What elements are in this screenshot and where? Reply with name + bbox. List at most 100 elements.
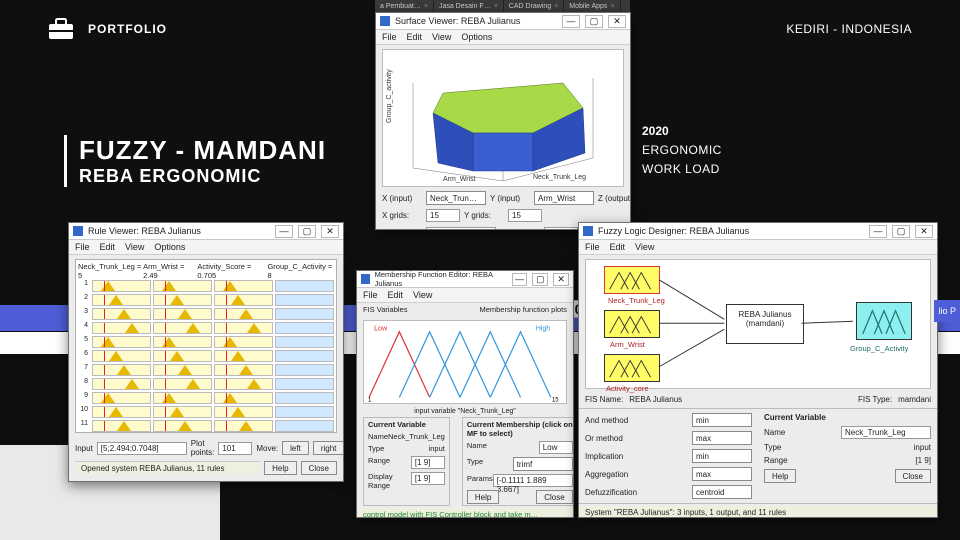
row-number: 10 (78, 406, 88, 420)
menu-view[interactable]: View (413, 290, 432, 300)
refinput-field[interactable]: [NaN NaN 0.5] (426, 227, 496, 231)
plotpoints-label: Plot points: (500, 229, 540, 231)
app-icon (583, 226, 593, 236)
tab-item[interactable]: Mobile Apps× (564, 0, 620, 12)
meta-tag2: WORK LOAD (642, 160, 722, 179)
title-sub: REBA ERGONOMIC (79, 166, 326, 187)
close-button[interactable]: ✕ (608, 15, 626, 28)
plotpoints-field[interactable]: 101 (218, 442, 252, 455)
menu-options[interactable]: Options (154, 242, 185, 252)
menu-edit[interactable]: Edit (610, 242, 626, 252)
input-field[interactable]: [5;2.494;0.7048] (97, 442, 187, 455)
rule-cell (214, 392, 273, 404)
tab-item[interactable]: CAD Drawing× (504, 0, 565, 12)
tab-item[interactable]: a Pembuat…× (375, 0, 434, 12)
tab-item[interactable]: Jasa Desain F…× (434, 0, 504, 12)
menu-file[interactable]: File (363, 290, 378, 300)
tab-close-icon[interactable]: × (554, 3, 558, 10)
minimize-button[interactable]: — (562, 15, 580, 28)
curname-field[interactable]: Neck_Trunk_Leg (841, 426, 931, 439)
close-button[interactable]: ✕ (915, 225, 933, 238)
menu-view[interactable]: View (432, 32, 451, 42)
range-field[interactable]: [1 9] (411, 456, 445, 469)
curtype-label: Type (764, 443, 781, 452)
menu-edit[interactable]: Edit (388, 290, 404, 300)
disprange-field[interactable]: [1 9] (411, 472, 445, 485)
minimize-button[interactable]: — (275, 225, 293, 238)
maximize-button[interactable]: ▢ (585, 15, 603, 28)
tab-label: Mobile Apps (569, 3, 607, 10)
rule-cell (275, 294, 334, 306)
mftype-select[interactable]: trimf (513, 457, 573, 471)
mfparams-field[interactable]: [-0.1111 1.889 3.667] (493, 474, 573, 487)
surface-plot[interactable]: Group_C_activity Arm_Wrist Neck_Trunk_Le… (382, 49, 624, 187)
row-number: 6 (78, 350, 88, 364)
app-icon (73, 226, 83, 236)
fisname-value: REBA Julianus (629, 395, 719, 404)
ygrids-field[interactable]: 15 (508, 209, 542, 222)
svg-text:15: 15 (552, 397, 559, 403)
close-button2[interactable]: Close (895, 469, 931, 483)
mfname-field[interactable]: Low (539, 441, 573, 454)
menu-view[interactable]: View (635, 242, 654, 252)
close-button[interactable]: ✕ (553, 273, 569, 286)
imp-select[interactable]: min (692, 449, 752, 463)
help-button[interactable]: Help (764, 469, 796, 483)
menu-edit[interactable]: Edit (100, 242, 116, 252)
mf-plot[interactable]: Low High 115 (363, 320, 567, 404)
rule-cell (275, 322, 334, 334)
titlebar[interactable]: Rule Viewer: REBA Julianus — ▢ ✕ (69, 223, 343, 240)
yinput-select[interactable]: Arm_Wrist (534, 191, 594, 205)
plotpoints-label: Plot points: (191, 439, 215, 457)
meta-tag1: ERGONOMIC (642, 141, 722, 160)
rule-cell (214, 420, 273, 432)
help-button[interactable]: Help (264, 461, 296, 475)
rule-cell (275, 280, 334, 292)
close-button[interactable]: ✕ (321, 225, 339, 238)
menu-file[interactable]: File (75, 242, 90, 252)
or-select[interactable]: max (692, 431, 752, 445)
rule-grid[interactable]: Neck_Trunk_Leg = 5 Arm_Wrist = 2.49 Acti… (75, 259, 337, 433)
minimize-button[interactable]: — (512, 273, 528, 286)
plotpoints-field[interactable]: 101 (544, 227, 578, 231)
menu-file[interactable]: File (382, 32, 397, 42)
designer-canvas[interactable]: Neck_Trunk_Leg Arm_Wrist Activity_core R… (585, 259, 931, 389)
titlebar[interactable]: Fuzzy Logic Designer: REBA Julianus — ▢ … (579, 223, 937, 240)
minimize-button[interactable]: — (869, 225, 887, 238)
window-title: Surface Viewer: REBA Julianus (395, 16, 520, 26)
menu-options[interactable]: Options (461, 32, 492, 42)
menu-file[interactable]: File (585, 242, 600, 252)
rule-cell (275, 336, 334, 348)
maximize-button[interactable]: ▢ (892, 225, 910, 238)
rule-cell (92, 336, 151, 348)
menu-edit[interactable]: Edit (407, 32, 423, 42)
k: Type (467, 457, 483, 471)
and-label: And method (585, 416, 628, 425)
menu-view[interactable]: View (125, 242, 144, 252)
tab-close-icon[interactable]: × (424, 3, 428, 10)
agg-label: Aggregation (585, 470, 628, 479)
help-button[interactable]: Help (467, 490, 499, 504)
surface-viewer-window: Surface Viewer: REBA Julianus — ▢ ✕ File… (375, 12, 631, 230)
maximize-button[interactable]: ▢ (532, 273, 548, 286)
maximize-button[interactable]: ▢ (298, 225, 316, 238)
v: Neck_Trunk_Leg (388, 432, 445, 441)
tab-close-icon[interactable]: × (494, 3, 498, 10)
titlebar[interactable]: Surface Viewer: REBA Julianus — ▢ ✕ (376, 13, 630, 30)
mf-legend-low: Low (374, 326, 388, 333)
move-left-button[interactable]: left (282, 441, 309, 455)
def-select[interactable]: centroid (692, 485, 752, 499)
agg-select[interactable]: max (692, 467, 752, 481)
rule-cell (92, 392, 151, 404)
move-right-button[interactable]: right (313, 441, 344, 455)
close-button2[interactable]: Close (301, 461, 337, 475)
xgrids-field[interactable]: 15 (426, 209, 460, 222)
titlebar[interactable]: Membership Function Editor: REBA Julianu… (357, 271, 573, 288)
tab-close-icon[interactable]: × (610, 3, 614, 10)
rule-cell (214, 406, 273, 418)
close-button2[interactable]: Close (536, 490, 572, 504)
xinput-select[interactable]: Neck_Trun… (426, 191, 486, 205)
or-label: Or method (585, 434, 623, 443)
rule-cell (92, 420, 151, 432)
and-select[interactable]: min (692, 413, 752, 427)
